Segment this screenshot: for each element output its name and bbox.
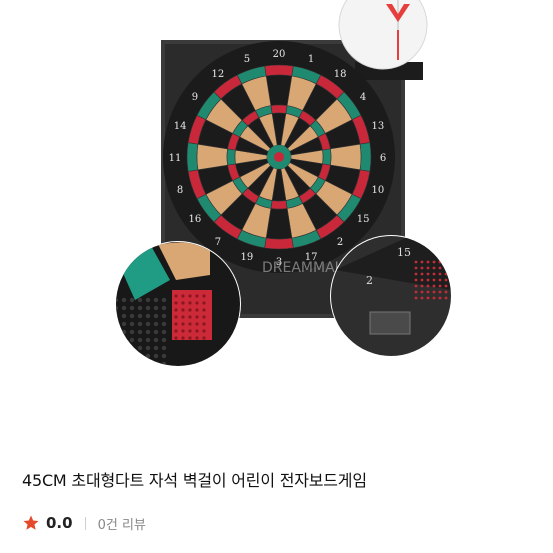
board-number: 6	[380, 153, 386, 164]
board-number: 7	[215, 237, 221, 248]
board-number: 16	[189, 214, 202, 225]
dartboard-photo: 20 11841361015217319716811149125 DREAMMAL…	[115, 0, 452, 367]
closeup-panel-inset: 15 2	[330, 235, 452, 357]
board-number: 14	[174, 121, 187, 132]
board-number: 18	[334, 69, 347, 80]
divider	[84, 516, 86, 530]
board-number: 11	[169, 153, 182, 164]
board-number: 8	[177, 185, 183, 196]
board-number: 1	[308, 54, 314, 65]
board-number: 10	[372, 185, 385, 196]
board-number: 20	[273, 49, 286, 60]
product-info: 45CM 초대형다트 자석 벽걸이 어린이 전자보드게임 0.0 0건 리뷰	[0, 440, 553, 553]
board-number: 4	[360, 92, 366, 103]
rating-value: 0.0	[46, 514, 73, 532]
svg-text:2: 2	[366, 274, 373, 287]
board-number: 2	[337, 237, 343, 248]
board-number: 15	[357, 214, 370, 225]
product-title[interactable]: 45CM 초대형다트 자석 벽걸이 어린이 전자보드게임	[22, 467, 367, 491]
board-number: 9	[192, 92, 198, 103]
star-icon	[23, 515, 39, 530]
board-number: 13	[372, 121, 385, 132]
svg-text:15: 15	[397, 246, 411, 259]
rating-row: 0.0 0건 리뷰	[22, 512, 146, 534]
board-number: 5	[244, 54, 250, 65]
product-image[interactable]: 20 1 18 4 13 6 10 15 2 17 3 19 7 16 8 11 14 9 12 5 DREAMMAL…	[0, 0, 553, 440]
dartboard: 20 11841361015217319716811149125	[163, 41, 395, 273]
board-number: 12	[212, 69, 225, 80]
review-count[interactable]: 0건 리뷰	[98, 514, 146, 533]
board-number: 19	[241, 252, 254, 263]
